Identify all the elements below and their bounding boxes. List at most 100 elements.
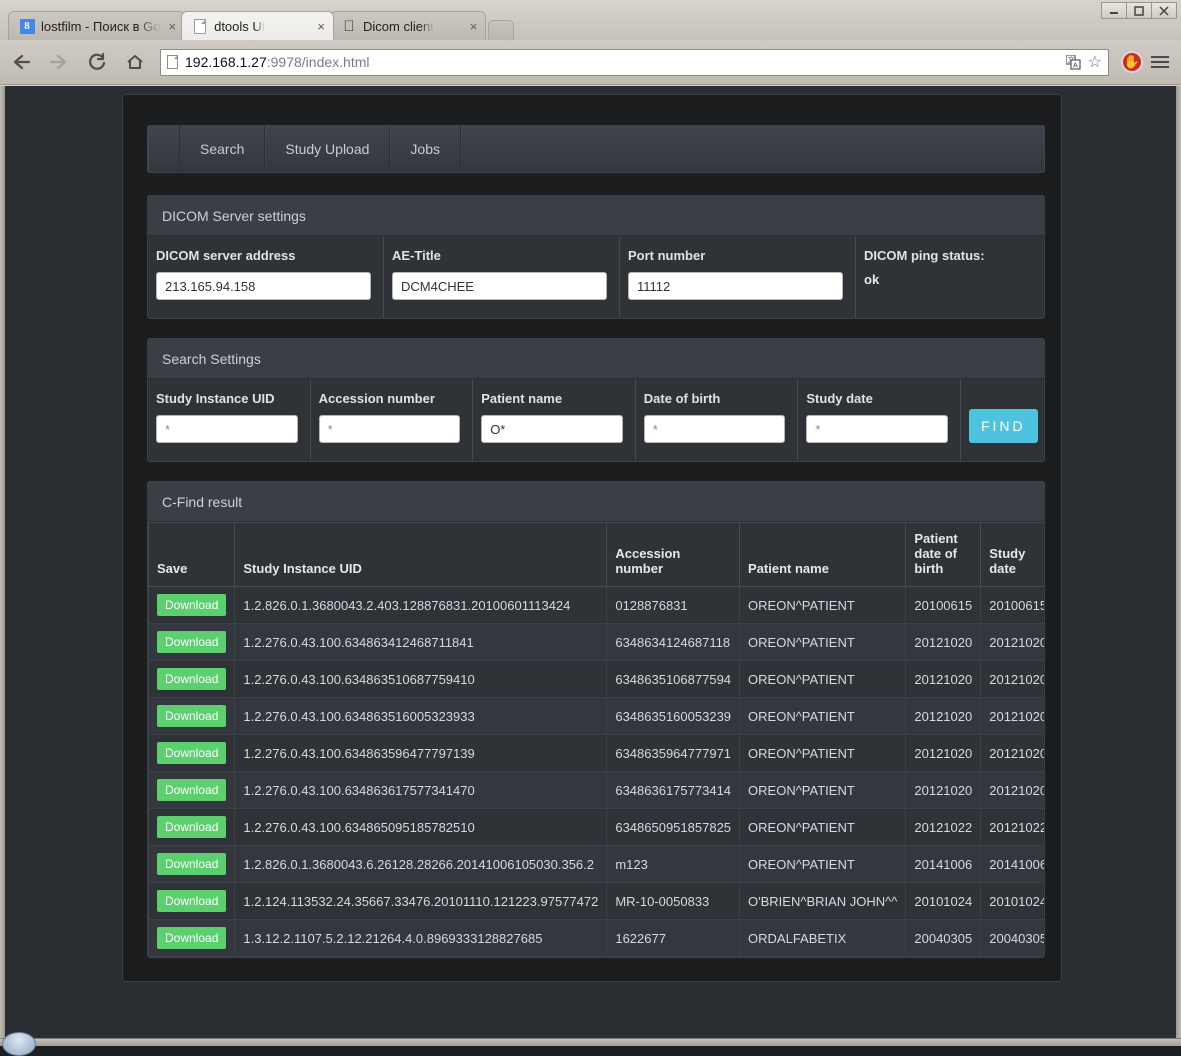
start-button[interactable]: [2, 1032, 36, 1056]
accession-number-input[interactable]: [318, 415, 461, 443]
cell-accession-number: m123: [606, 845, 741, 883]
reload-icon[interactable]: [80, 45, 114, 79]
cell-study-date: 20121020: [980, 771, 1044, 809]
close-icon[interactable]: [1151, 2, 1177, 19]
browser-titlebar: 8 lostfilm - Поиск в Go × dtools UI ×  …: [0, 0, 1181, 40]
download-button[interactable]: Download: [157, 668, 227, 690]
close-icon[interactable]: ×: [470, 19, 478, 34]
table-row: Download 1.2.276.0.43.100.634863596477797…: [148, 734, 1044, 772]
download-button[interactable]: Download: [157, 594, 227, 616]
back-arrow-icon[interactable]: [4, 45, 38, 79]
cell-save: Download: [148, 845, 236, 883]
download-button[interactable]: Download: [157, 779, 227, 801]
cell-study-instance-uid: 1.2.826.0.1.3680043.6.26128.28266.201410…: [234, 845, 608, 883]
nav-item-jobs[interactable]: Jobs: [390, 126, 461, 172]
svg-text:A: A: [1073, 62, 1078, 69]
find-button[interactable]: FIND: [968, 409, 1038, 443]
column-header-patient-name: Patient name: [739, 522, 907, 587]
page-viewport: Search Study Upload Jobs DICOM Server se…: [5, 86, 1176, 1038]
field-label: AE-Title: [392, 248, 441, 263]
field-dicom-server-address: DICOM server address: [148, 236, 384, 318]
cell-patient-name: ORDALFABETIX: [739, 919, 907, 957]
browser-window: 8 lostfilm - Поиск в Go × dtools UI ×  …: [0, 0, 1181, 1056]
study-date-input[interactable]: [806, 415, 948, 443]
cell-patient-name: OREON^PATIENT: [739, 660, 907, 698]
cell-patient-dob: 20141006: [905, 845, 982, 883]
download-button[interactable]: Download: [157, 927, 227, 949]
cell-save: Download: [148, 808, 236, 846]
adblock-icon[interactable]: ✋: [1121, 51, 1143, 73]
cell-patient-name: OREON^PATIENT: [739, 623, 907, 661]
cell-save: Download: [148, 660, 236, 698]
cell-study-date: 20121020: [980, 623, 1044, 661]
cell-study-instance-uid: 1.2.276.0.43.100.634863412468711841: [234, 623, 608, 661]
field-label: Port number: [628, 248, 706, 263]
new-tab-button[interactable]: [488, 20, 515, 40]
cell-patient-name: OREON^PATIENT: [739, 586, 907, 624]
nav-item-search[interactable]: Search: [180, 126, 266, 172]
field-label: Date of birth: [643, 391, 721, 406]
page-icon: [167, 55, 178, 69]
cell-accession-number: 0128876831: [606, 586, 741, 624]
star-icon[interactable]: ☆: [1088, 52, 1102, 72]
table-header: Save Study Instance UID Accession number…: [148, 522, 1044, 587]
browser-tab-dicom-client[interactable]:  Dicom client ×: [330, 11, 487, 40]
cell-patient-dob: 20121020: [905, 697, 982, 735]
patient-name-input[interactable]: [481, 415, 623, 443]
cell-save: Download: [148, 734, 236, 772]
home-icon[interactable]: [118, 45, 152, 79]
panel-title-dicom-server: DICOM Server settings: [148, 196, 1044, 236]
apple-icon: : [341, 18, 357, 34]
download-button[interactable]: Download: [157, 705, 227, 727]
cell-accession-number: 6348636175773414: [606, 771, 741, 809]
cell-study-instance-uid: 1.2.124.113532.24.35667.33476.20101110.1…: [234, 882, 608, 920]
translate-icon[interactable]: 文A: [1065, 53, 1081, 70]
nav-item-study-upload[interactable]: Study Upload: [265, 126, 391, 172]
download-button[interactable]: Download: [157, 890, 227, 912]
port-number-input[interactable]: [628, 272, 843, 300]
close-icon[interactable]: ×: [317, 19, 325, 34]
forward-arrow-icon: [42, 45, 76, 79]
cfind-result-panel: C-Find result Save Study Instance UID Ac…: [147, 481, 1045, 958]
server-address-input[interactable]: [156, 272, 371, 300]
cell-accession-number: 1622677: [606, 919, 741, 957]
address-bar[interactable]: 192.168.1.27:9978/index.html 文A ☆: [160, 48, 1109, 76]
download-button[interactable]: Download: [157, 853, 227, 875]
column-header-uid: Study Instance UID: [234, 522, 608, 587]
panel-title-cfind-result: C-Find result: [148, 482, 1044, 522]
minimize-icon[interactable]: [1101, 2, 1127, 19]
field-accession-number: Accession number: [310, 379, 474, 461]
download-button[interactable]: Download: [157, 816, 227, 838]
cell-study-date: 20040305: [980, 919, 1044, 957]
cell-patient-name: OREON^PATIENT: [739, 845, 907, 883]
dicom-server-fields: DICOM server address AE-Title Port numbe…: [148, 236, 1044, 318]
cell-accession-number: 6348634124687118: [606, 623, 741, 661]
field-label: Study date: [806, 391, 873, 406]
download-button[interactable]: Download: [157, 631, 227, 653]
tab-title: Dicom client: [363, 18, 434, 34]
date-of-birth-input[interactable]: [643, 415, 786, 443]
tab-title: lostfilm - Поиск в Go: [41, 18, 161, 34]
cfind-result-table: Save Study Instance UID Accession number…: [148, 522, 1044, 957]
close-icon[interactable]: ×: [169, 19, 177, 34]
navbar-filler: [461, 126, 1044, 172]
column-header-accession: Accession number: [606, 522, 741, 587]
browser-tab-lostfilm[interactable]: 8 lostfilm - Поиск в Go ×: [8, 11, 186, 40]
field-port-number: Port number: [620, 236, 856, 318]
cell-accession-number: 6348635964777971: [606, 734, 741, 772]
cell-accession-number: 6348635160053239: [606, 697, 741, 735]
browser-tab-dtools-ui[interactable]: dtools UI ×: [181, 11, 334, 40]
download-button[interactable]: Download: [157, 742, 227, 764]
browser-toolbar: 192.168.1.27:9978/index.html 文A ☆ ✋: [0, 40, 1181, 85]
maximize-icon[interactable]: [1126, 2, 1152, 19]
ae-title-input[interactable]: [392, 272, 607, 300]
cell-accession-number: 6348635106877594: [606, 660, 741, 698]
cell-patient-name: OREON^PATIENT: [739, 771, 907, 809]
table-row: Download 1.2.276.0.43.100.634863617577341…: [148, 771, 1044, 809]
cell-patient-name: OREON^PATIENT: [739, 734, 907, 772]
table-row: Download 1.2.276.0.43.100.634865095185782…: [148, 808, 1044, 846]
cell-patient-dob: 20121020: [905, 734, 982, 772]
column-header-dob: Patient date of birth: [905, 522, 982, 587]
hamburger-menu-icon[interactable]: [1147, 56, 1173, 68]
study-instance-uid-input[interactable]: [156, 415, 298, 443]
